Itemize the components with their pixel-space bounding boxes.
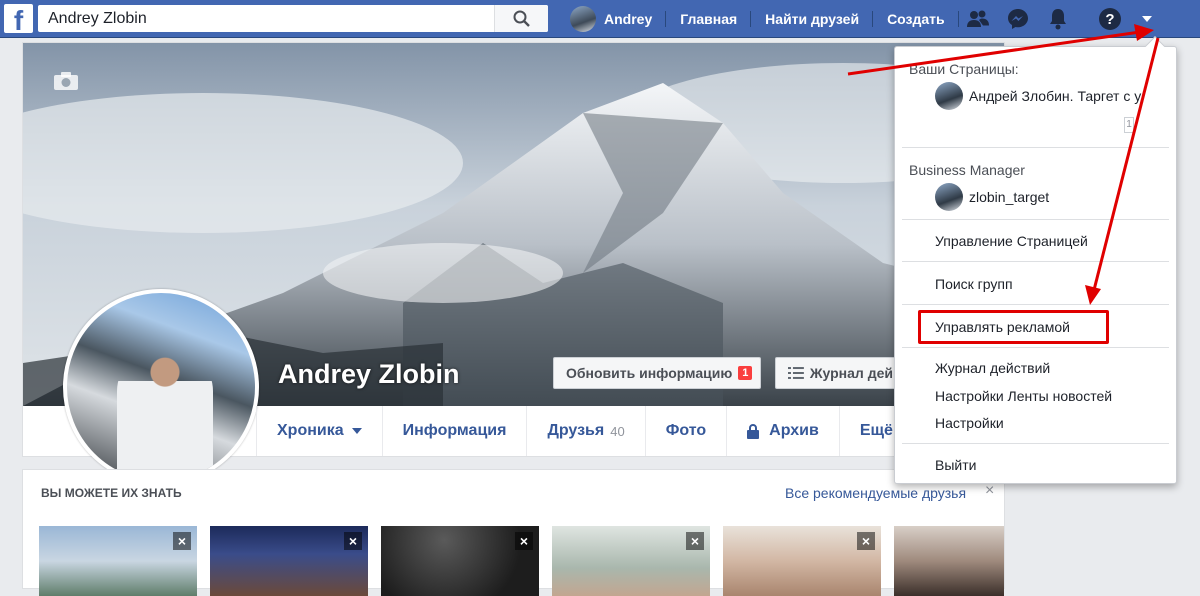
arrow-to-menu-button <box>847 30 1141 76</box>
arrow-to-manage-ads <box>1092 37 1160 291</box>
annotation-arrows <box>847 24 1160 305</box>
arrowhead-icon <box>1134 24 1154 41</box>
arrowhead-icon <box>1085 285 1101 305</box>
